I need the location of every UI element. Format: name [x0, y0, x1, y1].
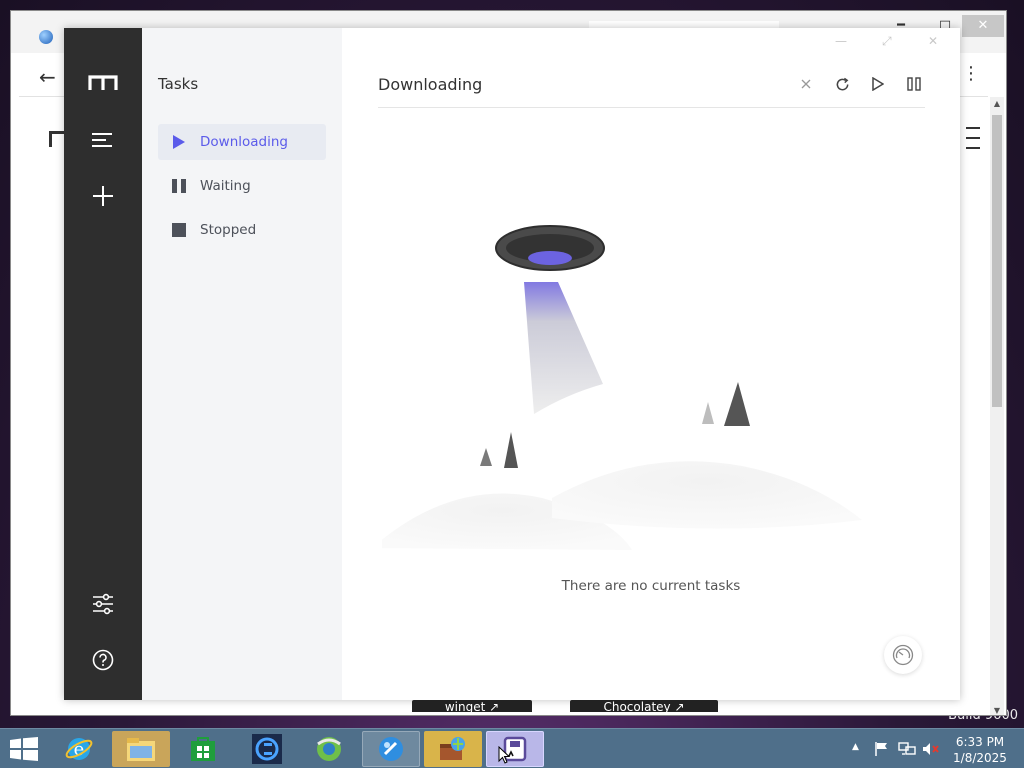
taskbar-app-icon[interactable]	[238, 731, 296, 767]
clear-icon[interactable]	[788, 73, 824, 95]
subnav-item-label: Waiting	[200, 178, 251, 194]
stop-icon	[158, 223, 200, 237]
help-icon[interactable]	[88, 645, 118, 675]
empty-state-message: There are no current tasks	[561, 578, 741, 594]
system-clock[interactable]: 6:33 PM 1/8/2025	[950, 734, 1010, 766]
taskbar-ie-icon[interactable]: e	[50, 731, 108, 767]
mouse-cursor-icon	[498, 745, 511, 768]
resume-all-icon[interactable]	[860, 73, 896, 95]
taskbar-internet-tools-icon[interactable]	[424, 731, 482, 767]
empty-state-ufo-illustration	[382, 225, 862, 550]
browser-favicon-icon	[39, 30, 53, 44]
action-center-flag-icon[interactable]	[874, 741, 890, 761]
taskbar: e ▲ 6:33 PM 1/8/2025	[0, 728, 1024, 768]
subnav-item-label: Stopped	[200, 222, 257, 238]
taskbar-motrix-icon[interactable]	[486, 731, 544, 767]
more-menu-icon[interactable]: ⋮	[962, 63, 980, 84]
winget-link[interactable]: winget ↗	[412, 700, 532, 712]
subnav-item-stopped[interactable]: Stopped	[158, 212, 326, 248]
back-arrow-icon[interactable]: ←	[39, 65, 56, 89]
taskbar-store-icon[interactable]	[174, 731, 232, 767]
taskbar-browser-icon[interactable]	[300, 731, 358, 767]
clock-time: 6:33 PM	[955, 735, 1005, 749]
app-maximize-icon[interactable]: ⤢	[882, 34, 892, 49]
preferences-icon[interactable]	[88, 589, 118, 619]
tasks-subnav: Tasks Downloading Waiting Stopped	[142, 28, 342, 700]
subnav-item-downloading[interactable]: Downloading	[158, 124, 326, 160]
pause-all-icon[interactable]	[896, 73, 932, 95]
refresh-icon[interactable]	[824, 73, 860, 95]
header-divider	[378, 107, 925, 108]
scroll-up-icon[interactable]: ▲	[990, 99, 1004, 108]
app-close-button[interactable]: ✕	[928, 34, 938, 48]
add-task-icon[interactable]	[88, 181, 118, 211]
scroll-down-icon[interactable]: ▼	[990, 706, 1004, 715]
pause-icon	[158, 179, 200, 193]
windows-start-icon[interactable]	[10, 737, 38, 761]
chocolatey-link[interactable]: Chocolatey ↗	[570, 700, 718, 712]
taskbar-edge-icon[interactable]	[362, 731, 420, 767]
subnav-title: Tasks	[158, 75, 199, 93]
subnav-item-waiting[interactable]: Waiting	[158, 168, 326, 204]
browser-scrollbar[interactable]: ▲ ▼	[990, 97, 1004, 715]
app-minimize-button[interactable]: —	[835, 34, 847, 48]
page-title: Downloading	[378, 75, 483, 94]
subnav-item-label: Downloading	[200, 134, 288, 150]
app-sidebar	[64, 28, 142, 700]
tasks-menu-icon[interactable]	[88, 125, 118, 155]
clock-date: 1/8/2025	[953, 751, 1007, 765]
motrix-window: Tasks Downloading Waiting Stopped — ⤢ ✕ …	[64, 28, 960, 700]
speedometer-button[interactable]	[884, 636, 922, 674]
task-toolbar	[788, 73, 932, 95]
page-menu-icon[interactable]	[966, 127, 980, 157]
motrix-logo-icon	[88, 68, 118, 98]
scroll-thumb[interactable]	[992, 115, 1002, 407]
play-icon	[158, 135, 200, 149]
show-hidden-icons-icon[interactable]: ▲	[852, 742, 859, 752]
task-list-panel: — ⤢ ✕ Downloading There are no current t…	[342, 28, 960, 700]
browser-close-button[interactable]: ✕	[962, 15, 1004, 37]
network-icon[interactable]	[898, 741, 916, 761]
taskbar-file-explorer-icon[interactable]	[112, 731, 170, 767]
speedometer-icon	[892, 644, 914, 666]
volume-muted-icon[interactable]	[922, 741, 940, 761]
